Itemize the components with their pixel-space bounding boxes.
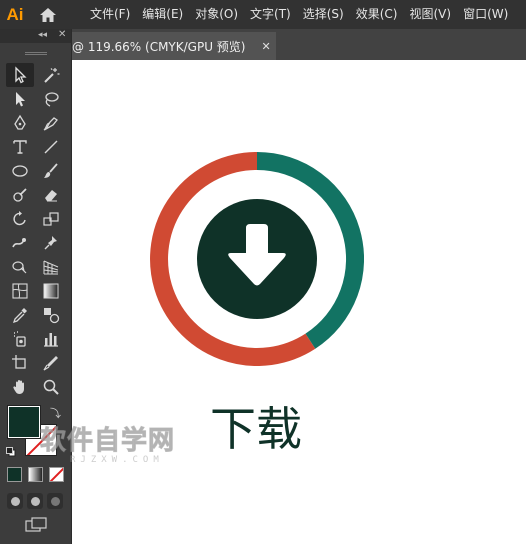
default-fill-stroke-icon[interactable] — [6, 447, 16, 457]
collapse-panel-icon[interactable]: ◂◂ — [38, 30, 47, 40]
fill-swatch[interactable] — [8, 406, 40, 438]
eraser-tool-icon[interactable] — [37, 183, 65, 207]
draw-mode-group — [7, 493, 63, 509]
width-tool-icon[interactable] — [6, 231, 34, 255]
symbol-sprayer-tool-icon[interactable] — [6, 327, 34, 351]
puppet-warp-tool-icon[interactable] — [37, 231, 65, 255]
watermark-sub: RJZXW.COM — [70, 455, 164, 465]
menu-edit[interactable]: 编辑(E) — [136, 0, 189, 29]
menu-window[interactable]: 窗口(W) — [457, 0, 514, 29]
selection-tool-icon[interactable] — [6, 63, 34, 87]
panel-grip[interactable] — [0, 43, 71, 63]
gradient-mode-button[interactable] — [28, 467, 43, 482]
lasso-tool-icon[interactable] — [37, 87, 65, 111]
slice-tool-icon[interactable] — [37, 351, 65, 375]
scale-tool-icon[interactable] — [37, 207, 65, 231]
screen-mode-icon[interactable] — [25, 517, 47, 533]
close-document-icon[interactable]: ✕ — [262, 40, 271, 53]
menu-effect[interactable]: 效果(C) — [350, 0, 404, 29]
watermark: 软件自学网 RJZXW.COM — [39, 420, 176, 466]
rotate-tool-icon[interactable] — [6, 207, 34, 231]
curvature-tool-icon[interactable] — [37, 111, 65, 135]
draw-behind-icon[interactable] — [27, 493, 43, 509]
document-tab[interactable]: @ 119.66% (CMYK/GPU 预览) ✕ — [72, 32, 276, 60]
magic-wand-tool-icon[interactable] — [37, 63, 65, 87]
close-panel-icon[interactable]: ✕ — [58, 29, 66, 40]
artboard-tool-icon[interactable] — [6, 351, 34, 375]
direct-selection-tool-icon[interactable] — [6, 87, 34, 111]
shape-builder-tool-icon[interactable] — [6, 255, 34, 279]
blend-tool-icon[interactable] — [37, 303, 65, 327]
gradient-tool-icon[interactable] — [37, 279, 65, 303]
tool-grid — [6, 63, 66, 399]
artwork-label: 下载 — [210, 402, 302, 456]
pen-tool-icon[interactable] — [6, 111, 34, 135]
paintbrush-tool-icon[interactable] — [37, 159, 65, 183]
artboard-canvas[interactable]: 下载 — [72, 60, 526, 544]
menu-type[interactable]: 文字(T) — [244, 0, 297, 29]
column-graph-tool-icon[interactable] — [37, 327, 65, 351]
watermark-main: 软件自学网 — [39, 426, 176, 457]
tools-panel: ◂◂ ✕ ⤵ — [0, 29, 72, 544]
app-logo: Ai — [6, 4, 24, 24]
ellipse-tool-icon[interactable] — [6, 159, 34, 183]
menu-object[interactable]: 对象(O) — [189, 0, 244, 29]
menu-file[interactable]: 文件(F) — [84, 0, 136, 29]
line-segment-tool-icon[interactable] — [37, 135, 65, 159]
menu-view[interactable]: 视图(V) — [403, 0, 457, 29]
draw-normal-icon[interactable] — [7, 493, 23, 509]
swap-fill-stroke-icon[interactable]: ⤵ — [50, 405, 61, 421]
document-tab-title: @ 119.66% (CMYK/GPU 预览) — [72, 39, 246, 54]
main-menu: 文件(F) 编辑(E) 对象(O) 文字(T) 选择(S) 效果(C) 视图(V… — [84, 0, 514, 29]
color-mode-group — [7, 467, 64, 482]
menu-select[interactable]: 选择(S) — [297, 0, 350, 29]
tools-panel-header: ◂◂ ✕ — [0, 29, 71, 43]
menu-bar: Ai 文件(F) 编辑(E) 对象(O) 文字(T) 选择(S) 效果(C) 视… — [0, 0, 526, 29]
perspective-grid-tool-icon[interactable] — [37, 255, 65, 279]
type-tool-icon[interactable] — [6, 135, 34, 159]
hand-tool-icon[interactable] — [6, 375, 34, 399]
color-mode-button[interactable] — [7, 467, 22, 482]
draw-inside-icon[interactable] — [47, 493, 63, 509]
home-icon[interactable] — [30, 0, 66, 29]
download-button-artwork[interactable] — [150, 152, 364, 366]
shaper-tool-icon[interactable] — [6, 183, 34, 207]
eyedropper-tool-icon[interactable] — [6, 303, 34, 327]
zoom-tool-icon[interactable] — [37, 375, 65, 399]
document-tab-bar: @ 119.66% (CMYK/GPU 预览) ✕ — [72, 29, 526, 60]
mesh-tool-icon[interactable] — [6, 279, 34, 303]
none-mode-button[interactable] — [49, 467, 64, 482]
